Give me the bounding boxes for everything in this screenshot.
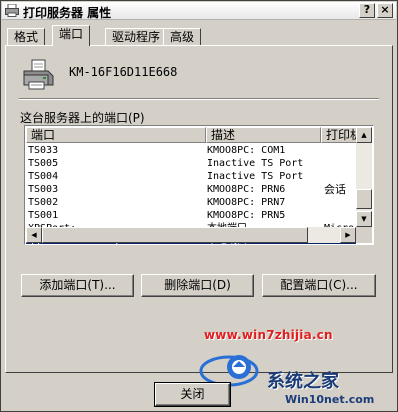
- port-row[interactable]: TS004 Inactive TS Port: [26, 170, 356, 183]
- port-description: Inactive TS Port: [207, 158, 304, 169]
- printer-small-icon: [5, 4, 19, 17]
- title-bar: 打印服务器 属性 ? ×: [2, 2, 396, 20]
- port-row[interactable]: TS033 KMOO8PC: COM1: [26, 144, 356, 157]
- port-row[interactable]: TS005 Inactive TS Port: [26, 157, 356, 170]
- separator: [19, 98, 379, 100]
- close-button[interactable]: 关闭: [155, 383, 230, 406]
- print-server-properties-dialog: 打印服务器 属性 ? × 格式 端口 驱动程序 高级 KM-16F16D11E6…: [0, 0, 398, 412]
- tab-ports[interactable]: 端口: [52, 25, 91, 46]
- scroll-up-arrow-icon[interactable]: ▲: [356, 127, 372, 143]
- server-name: KM-16F16D11E668: [69, 65, 178, 79]
- scrollbar-corner: [356, 227, 372, 243]
- tab-format[interactable]: 格式: [7, 28, 46, 46]
- horizontal-scrollbar[interactable]: ◀ ▶: [26, 227, 356, 243]
- port-description: Inactive TS Port: [207, 171, 304, 182]
- port-name: TS005: [28, 158, 59, 169]
- port-name: TS002: [28, 197, 59, 208]
- horizontal-scroll-thumb[interactable]: [42, 227, 308, 243]
- tab-drivers[interactable]: 驱动程序: [105, 28, 168, 46]
- port-row[interactable]: TS002 KMOO8PC: PRN7: [26, 196, 356, 209]
- port-name: TS001: [28, 210, 59, 221]
- port-row[interactable]: TS001 KMOO8PC: PRN5: [26, 209, 356, 222]
- column-header-description[interactable]: 描述: [206, 127, 321, 143]
- delete-port-button[interactable]: 删除端口(D): [141, 274, 254, 297]
- watermark-brand: 系统之家: [267, 371, 339, 392]
- scroll-down-arrow-icon[interactable]: ▼: [356, 211, 372, 227]
- watermark-logo-icon: [199, 355, 259, 387]
- printer-icon: [23, 59, 54, 90]
- scroll-left-arrow-icon[interactable]: ◀: [26, 227, 42, 243]
- port-printer: 会话: [324, 183, 346, 196]
- help-button[interactable]: ?: [359, 3, 375, 18]
- configure-port-button[interactable]: 配置端口(C)...: [262, 274, 376, 297]
- port-name: TS033: [28, 145, 59, 156]
- watermark-url: www.win7zhijia.cn: [204, 328, 333, 342]
- port-row[interactable]: TS003 KMOO8PC: PRN6 会话: [26, 183, 356, 196]
- ports-list[interactable]: 端口 描述 打印机 TS033 KMOO8PC: COM1 TS005 Inac…: [24, 125, 374, 245]
- scroll-right-arrow-icon[interactable]: ▶: [340, 227, 356, 243]
- watermark-domain: Win10net.com: [285, 393, 375, 406]
- vertical-scrollbar[interactable]: ▲ ▼: [356, 127, 372, 227]
- tab-advanced[interactable]: 高级: [163, 28, 202, 46]
- port-description: KMOO8PC: PRN5: [207, 210, 286, 221]
- window-close-button[interactable]: ×: [377, 3, 393, 18]
- vertical-scroll-thumb[interactable]: [356, 189, 372, 209]
- port-description: KMOO8PC: PRN6: [207, 184, 286, 195]
- port-description: KMOO8PC: COM1: [207, 145, 286, 156]
- port-name: TS003: [28, 184, 59, 195]
- ports-list-label: 这台服务器上的端口(P): [20, 111, 145, 125]
- column-header-port[interactable]: 端口: [26, 127, 206, 143]
- port-description: KMOO8PC: PRN7: [207, 197, 286, 208]
- add-port-button[interactable]: 添加端口(T)...: [21, 274, 134, 297]
- window-title: 打印服务器 属性: [23, 6, 112, 20]
- port-name: TS004: [28, 171, 59, 182]
